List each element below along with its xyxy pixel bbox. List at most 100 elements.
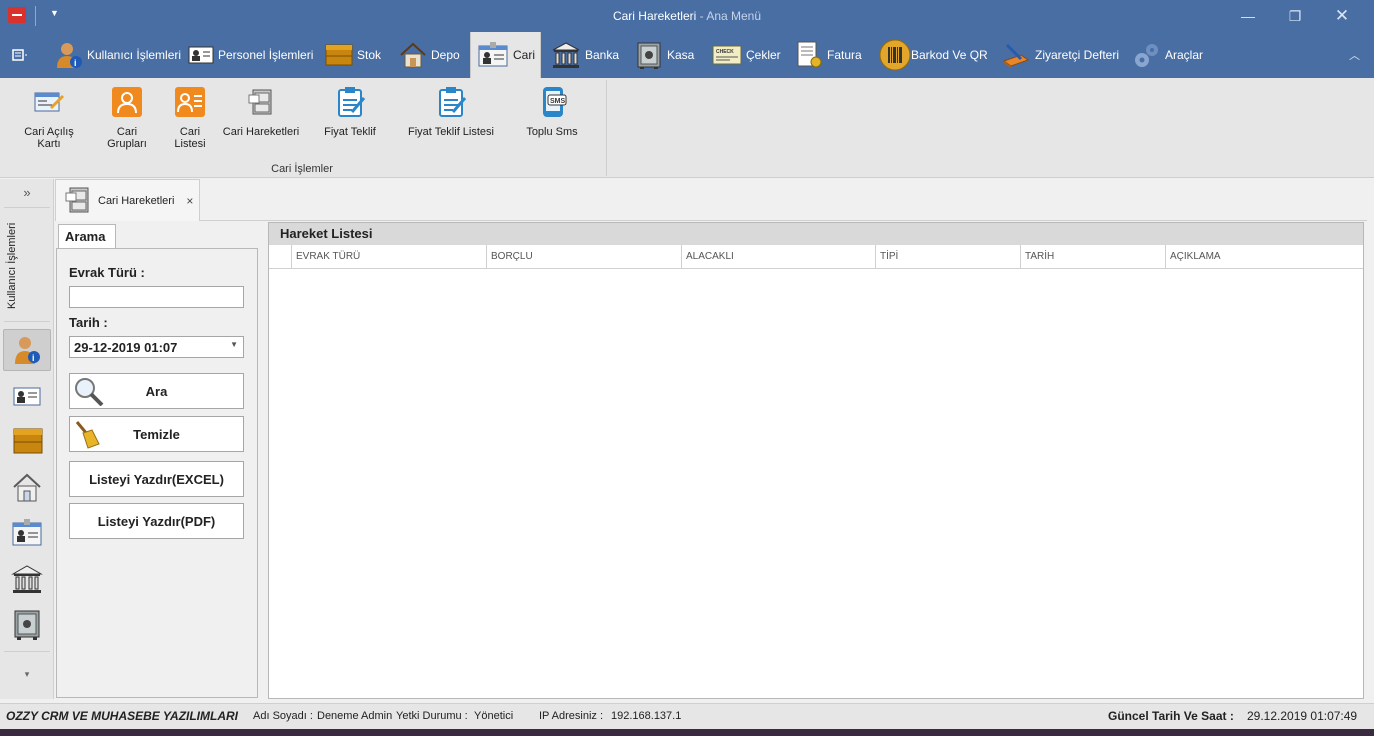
title-bar: ▼ Cari Hareketleri - Ana Menü — ❐ ✕ xyxy=(0,0,1374,32)
hareket-listesi-grid: Hareket Listesi EVRAK TÜRÜ BORÇLU ALACAK… xyxy=(268,222,1364,699)
cabinet-icon xyxy=(65,187,89,212)
left-navigation-bar: » Kullanıcı İşlemleri i ▾ xyxy=(0,179,54,699)
nav-kasa[interactable] xyxy=(3,605,51,647)
tab-label: Ziyaretçi Defteri xyxy=(1035,48,1120,62)
menu-icon xyxy=(12,49,27,61)
nav-more-button[interactable]: ▾ xyxy=(0,669,54,680)
bank-icon xyxy=(11,565,43,593)
evrak-turu-input[interactable] xyxy=(69,286,244,308)
excel-export-button[interactable]: Listeyi Yazdır(EXCEL) xyxy=(69,461,244,497)
sms-phone-icon: SMS xyxy=(543,87,567,117)
pdf-export-button-label: Listeyi Yazdır(PDF) xyxy=(97,513,216,529)
tarih-date-picker[interactable]: 29-12-2019 01:07 ▼ xyxy=(69,336,244,358)
tab-personel-islemleri[interactable]: Personel İşlemleri xyxy=(188,32,313,78)
fiyat-teklif-listesi-button[interactable]: Fiyat Teklif Listesi xyxy=(405,86,497,138)
ip-value: 192.168.137.1 xyxy=(611,710,682,722)
column-evrak-turu[interactable]: EVRAK TÜRÜ xyxy=(291,245,486,269)
window-title: Cari Hareketleri - Ana Menü xyxy=(0,9,1374,23)
document-tab-close-button[interactable]: × xyxy=(186,194,193,208)
temizle-button[interactable]: Temizle xyxy=(69,416,244,452)
column-tipi[interactable]: TİPİ xyxy=(875,245,1020,269)
ribbon-panel: Cari Açılış Kartı Cari Grupları Cari Lis… xyxy=(0,78,1374,178)
barcode-icon xyxy=(879,39,911,71)
tab-label: Depo xyxy=(431,48,460,62)
brand-label: OZZY CRM VE MUHASEBE YAZILIMLARI xyxy=(6,709,239,723)
restore-button[interactable]: ❐ xyxy=(1275,4,1315,28)
tab-cekler[interactable]: CHECK Çekler xyxy=(712,32,781,78)
tab-araclar[interactable]: Araçlar xyxy=(1133,32,1203,78)
cari-hareketleri-button[interactable]: Cari Hareketleri xyxy=(222,86,300,138)
invoice-icon xyxy=(797,41,822,68)
ribbon-group-separator xyxy=(606,80,607,176)
cari-gruplari-button[interactable]: Cari Grupları xyxy=(96,86,158,150)
ribbon-button-label: Fiyat Teklif xyxy=(324,126,376,138)
column-borclu[interactable]: BORÇLU xyxy=(486,245,681,269)
name-value: Deneme Admin xyxy=(317,710,393,722)
tab-stok[interactable]: Stok xyxy=(325,32,381,78)
cabinet-icon xyxy=(248,89,272,115)
ribbon-button-label: Cari Listesi xyxy=(174,126,206,150)
gears-icon xyxy=(1135,44,1158,67)
expand-nav-button[interactable]: » xyxy=(0,185,54,200)
tab-label: Araçlar xyxy=(1165,48,1204,62)
check-icon: CHECK xyxy=(712,45,742,65)
nav-cari[interactable] xyxy=(3,513,51,555)
window-title-text: Cari Hareketleri xyxy=(612,9,697,23)
tarih-label: Tarih : xyxy=(69,315,108,330)
tab-arama[interactable]: Arama xyxy=(58,224,116,249)
tab-ziyaretci-defteri[interactable]: Ziyaretçi Defteri xyxy=(1001,32,1119,78)
svg-text:CHECK: CHECK xyxy=(716,49,734,55)
nav-banka[interactable] xyxy=(3,559,51,601)
user-info-icon: i xyxy=(15,337,40,364)
toplu-sms-button[interactable]: SMS Toplu Sms xyxy=(520,86,584,138)
ribbon-group-label: Cari İşlemler xyxy=(271,163,333,175)
nav-separator xyxy=(4,321,50,322)
grid-header: EVRAK TÜRÜ BORÇLU ALACAKLI TİPİ TARİH AÇ… xyxy=(269,245,1363,269)
application-menu-button[interactable] xyxy=(10,32,34,78)
tab-kasa[interactable]: Kasa xyxy=(635,32,694,78)
column-alacakli[interactable]: ALACAKLI xyxy=(681,245,875,269)
user-info-icon: i xyxy=(57,43,82,68)
ara-button[interactable]: Ara xyxy=(69,373,244,409)
column-tarih[interactable]: TARİH xyxy=(1020,245,1165,269)
close-button[interactable]: ✕ xyxy=(1322,4,1362,28)
ribbon-button-label: Toplu Sms xyxy=(526,126,578,138)
document-tab-label: Cari Hareketleri xyxy=(98,194,175,207)
chevron-down-icon[interactable]: ▼ xyxy=(230,340,238,349)
nav-personel-islemleri[interactable] xyxy=(3,375,51,417)
tab-depo[interactable]: Depo xyxy=(399,32,460,78)
tab-kullanici-islemleri[interactable]: i Kullanıcı İşlemleri xyxy=(55,32,181,78)
tab-barkod-ve-qr[interactable]: Barkod Ve QR xyxy=(879,32,988,78)
minimize-button[interactable]: — xyxy=(1228,4,1268,28)
tab-label: Kullanıcı İşlemleri xyxy=(87,48,182,62)
collapse-ribbon-button[interactable]: ︿ xyxy=(1349,32,1360,78)
broom-icon xyxy=(75,421,100,449)
nav-stok[interactable] xyxy=(3,421,51,463)
pdf-export-button[interactable]: Listeyi Yazdır(PDF) xyxy=(69,503,244,539)
card-edit-icon xyxy=(34,92,65,112)
safe-icon xyxy=(637,42,661,69)
tarih-value: 29-12-2019 01:07 xyxy=(74,340,178,355)
tab-label: Fatura xyxy=(827,48,862,62)
grid-indicator-column xyxy=(269,245,291,269)
nav-kullanici-islemleri[interactable]: i xyxy=(3,329,51,371)
ara-button-label: Ara xyxy=(145,383,168,399)
tab-banka[interactable]: Banka xyxy=(551,32,619,78)
document-tab-cari-hareketleri[interactable]: Cari Hareketleri × xyxy=(55,179,200,221)
column-aciklama[interactable]: AÇIKLAMA xyxy=(1165,245,1363,269)
tab-label: Barkod Ve QR xyxy=(911,48,988,62)
stock-box-icon xyxy=(325,44,353,66)
id-card-icon xyxy=(188,46,214,64)
house-icon xyxy=(400,42,426,68)
tab-cari[interactable]: Cari xyxy=(470,32,541,78)
user-group-icon xyxy=(112,87,142,117)
tab-label: Personel İşlemleri xyxy=(218,48,314,62)
cari-acilis-karti-button[interactable]: Cari Açılış Kartı xyxy=(13,86,85,150)
tab-fatura[interactable]: Fatura xyxy=(795,32,862,78)
fiyat-teklif-button[interactable]: Fiyat Teklif xyxy=(318,86,382,138)
safe-icon xyxy=(14,610,40,640)
cari-listesi-button[interactable]: Cari Listesi xyxy=(163,86,217,150)
window-title-suffix: - Ana Menü xyxy=(696,9,762,23)
nav-depo[interactable] xyxy=(3,467,51,509)
grid-title: Hareket Listesi xyxy=(269,223,1363,245)
